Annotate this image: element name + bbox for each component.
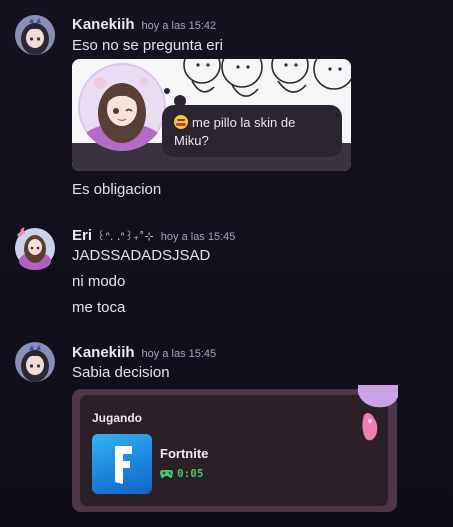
decoration-blob-icon bbox=[358, 385, 398, 441]
message-header: Kanekiih hoy a las 15:45 bbox=[72, 344, 216, 361]
game-elapsed: 0:05 bbox=[160, 467, 204, 480]
game-logo bbox=[115, 446, 132, 484]
message-text: Sabia decision bbox=[72, 364, 170, 381]
activity-label: Jugando bbox=[92, 411, 142, 425]
avatar[interactable] bbox=[15, 342, 55, 382]
message-group-kanekiih-2: Kanekiih hoy a las 15:45 Sabia decision … bbox=[0, 0, 453, 527]
anime-girl-avatar-icon bbox=[15, 342, 55, 382]
game-name: Fortnite bbox=[160, 446, 209, 461]
fortnite-icon[interactable] bbox=[92, 434, 152, 494]
gamepad-icon bbox=[160, 469, 173, 478]
timestamp: hoy a las 15:45 bbox=[141, 348, 217, 360]
elapsed-time: 0:05 bbox=[177, 467, 204, 480]
username[interactable]: Kanekiih bbox=[72, 344, 135, 361]
